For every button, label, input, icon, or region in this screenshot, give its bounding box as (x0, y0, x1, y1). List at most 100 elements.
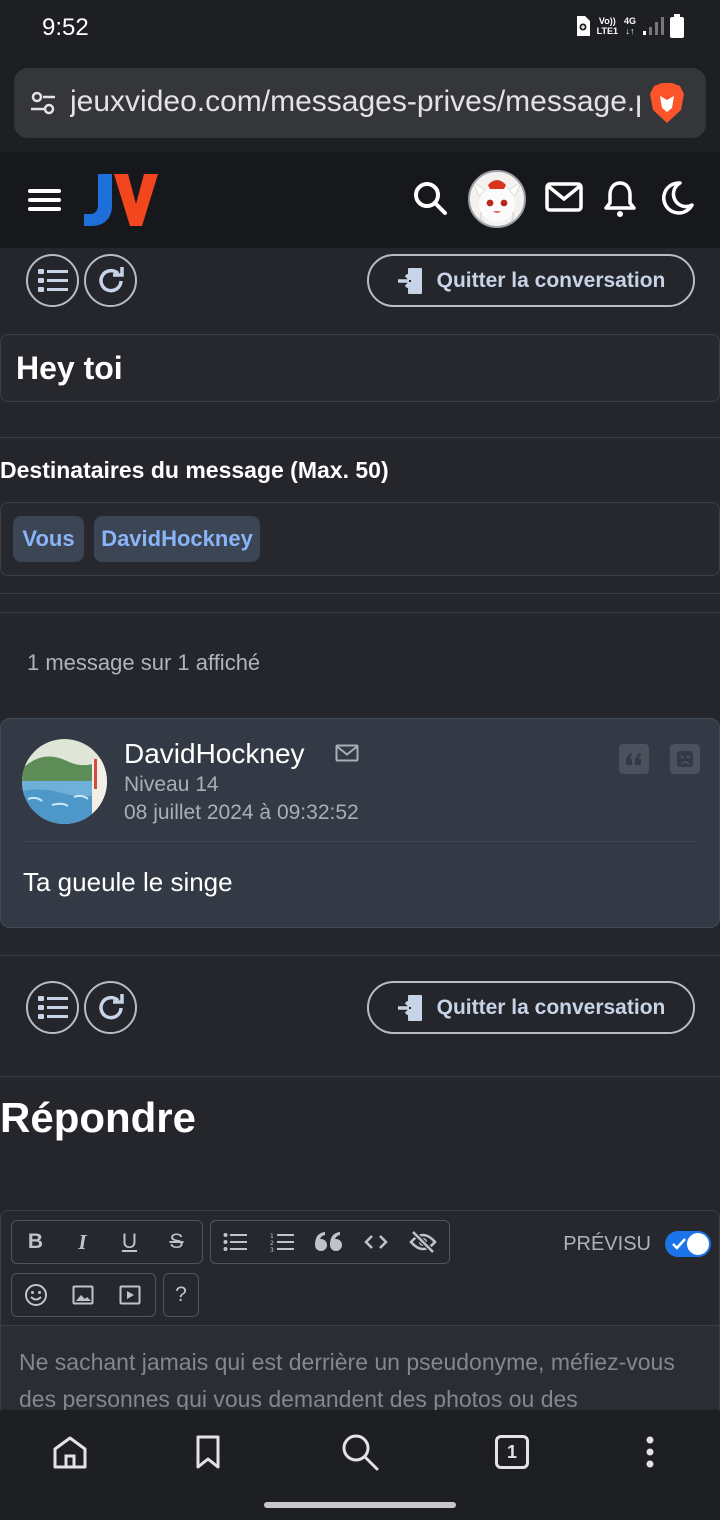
brave-shields-icon[interactable] (648, 82, 686, 124)
site-header (0, 152, 720, 248)
status-time: 9:52 (42, 14, 89, 41)
divider (0, 1076, 720, 1077)
more-menu-button[interactable] (620, 1430, 680, 1474)
svg-text:2: 2 (270, 1240, 274, 1247)
notifications-icon[interactable] (604, 180, 636, 218)
recipients-label: Destinataires du message (Max. 50) (0, 457, 389, 483)
divider (0, 437, 720, 438)
send-mp-icon[interactable] (335, 744, 359, 762)
italic-button[interactable]: I (59, 1221, 106, 1263)
gesture-bar (264, 1502, 456, 1508)
svg-text:3: 3 (270, 1247, 274, 1252)
url-text[interactable]: jeuxvideo.com/messages-prives/message.ph… (70, 85, 640, 119)
recipients-box: Vous DavidHockney (0, 502, 720, 576)
code-icon (363, 1235, 388, 1249)
status-bar: 9:52 Vo)) LTE1 4G ↓↑ (0, 0, 720, 56)
volte-indicator: Vo)) LTE1 (596, 16, 618, 36)
format-group: B I U S (11, 1220, 203, 1264)
message-body: Ta gueule le singe (23, 867, 233, 897)
subject-text: Hey toi (16, 350, 123, 386)
bold-button[interactable]: B (12, 1221, 59, 1263)
report-button[interactable] (670, 744, 700, 774)
home-button[interactable] (40, 1430, 100, 1474)
numbered-list-button[interactable]: 123 (258, 1221, 305, 1263)
dark-mode-icon[interactable] (660, 180, 694, 216)
divider (0, 593, 720, 594)
eye-slash-icon (408, 1231, 437, 1253)
smiley-icon (24, 1284, 47, 1306)
network-indicator: 4G ↓↑ (623, 16, 636, 36)
recipient-tag-you[interactable]: Vous (13, 516, 84, 562)
reply-placeholder: Ne sachant jamais qui est derrière un ps… (19, 1349, 675, 1412)
divider (0, 612, 720, 613)
help-button[interactable]: ? (164, 1274, 198, 1316)
quit-label: Quitter la conversation (436, 268, 666, 292)
site-settings-icon[interactable] (30, 90, 56, 116)
battery-icon (670, 14, 684, 38)
sim-icon (576, 16, 590, 36)
message-author[interactable]: DavidHockney (124, 738, 305, 770)
user-avatar[interactable] (468, 170, 526, 228)
messages-icon[interactable] (545, 182, 583, 212)
browser-bottom-nav: 1 (0, 1410, 720, 1520)
jv-logo[interactable] (84, 172, 160, 228)
menu-icon[interactable] (28, 189, 61, 211)
message-count: 1 message sur 1 affiché (27, 650, 261, 675)
tabs-button[interactable]: 1 (482, 1430, 542, 1474)
check-icon (672, 1238, 686, 1250)
media-group (11, 1273, 156, 1317)
underline-button[interactable]: U (106, 1221, 153, 1263)
exit-icon (397, 267, 422, 294)
video-icon (119, 1285, 140, 1305)
reply-title: Répondre (0, 1094, 197, 1141)
refresh-icon (98, 266, 124, 292)
block-group: 123 (210, 1220, 450, 1264)
svg-text:1: 1 (270, 1233, 274, 1240)
address-bar[interactable]: jeuxvideo.com/messages-prives/message.ph… (14, 68, 706, 138)
image-icon (72, 1285, 93, 1305)
image-button[interactable] (59, 1274, 106, 1316)
message-separator (23, 841, 699, 842)
divider (0, 955, 720, 956)
quote-button[interactable] (619, 744, 649, 774)
quit-conversation-button-bottom[interactable]: Quitter la conversation (367, 981, 695, 1034)
more-vert-icon (646, 1436, 654, 1468)
list-icon (37, 268, 68, 292)
help-group: ? (163, 1273, 199, 1317)
refresh-button[interactable] (84, 254, 137, 307)
quit-label: Quitter la conversation (436, 995, 666, 1019)
browser-toolbar: jeuxvideo.com/messages-prives/message.ph… (0, 56, 720, 152)
conversation-subject: Hey toi (0, 334, 720, 402)
status-icons: Vo)) LTE1 4G ↓↑ (575, 14, 684, 38)
strikethrough-button[interactable]: S (153, 1221, 200, 1263)
signal-icon (643, 17, 664, 35)
refresh-button-bottom[interactable] (84, 981, 137, 1034)
numbered-list-icon: 123 (270, 1233, 294, 1252)
avatar-image (471, 180, 523, 225)
message-list-button-bottom[interactable] (26, 981, 79, 1034)
emoji-button[interactable] (12, 1274, 59, 1316)
code-button[interactable] (352, 1221, 399, 1263)
preview-toggle[interactable] (665, 1231, 711, 1257)
quote-block-button[interactable] (305, 1221, 352, 1263)
author-avatar-image (22, 739, 107, 824)
quote-icon (626, 753, 641, 765)
bullet-list-button[interactable] (211, 1221, 258, 1263)
spoiler-button[interactable] (399, 1221, 446, 1263)
bookmark-icon (196, 1435, 220, 1469)
quit-conversation-button[interactable]: Quitter la conversation (367, 254, 695, 307)
video-button[interactable] (106, 1274, 153, 1316)
sad-face-icon (677, 751, 693, 767)
preview-label: PRÉVISU (563, 1233, 651, 1255)
quote-block-icon (314, 1232, 342, 1251)
bookmarks-button[interactable] (178, 1430, 238, 1474)
message-list-button[interactable] (26, 254, 79, 307)
refresh-icon (98, 993, 124, 1019)
author-avatar[interactable] (22, 739, 107, 824)
list-icon (37, 995, 68, 1019)
tab-count: 1 (495, 1435, 529, 1469)
search-button[interactable] (330, 1430, 390, 1474)
recipient-tag-davidhockney[interactable]: DavidHockney (94, 516, 260, 562)
search-icon[interactable] (412, 180, 448, 216)
search-icon (342, 1434, 379, 1471)
